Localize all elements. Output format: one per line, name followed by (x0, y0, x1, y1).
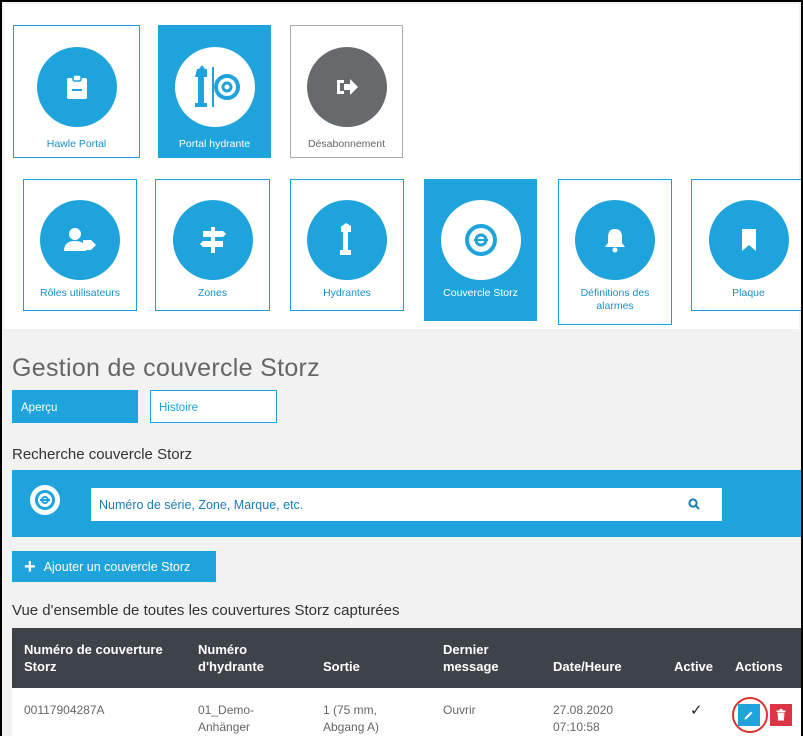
cell-hydrant-number: 01_Demo- Anhänger (198, 703, 255, 734)
col-last-message[interactable]: Dernier message (443, 641, 499, 675)
cell-datetime: 27.08.2020 07:10:58 (553, 703, 614, 734)
tile-label: Portal hydrante (178, 138, 251, 150)
app-launcher: Hawle Portal Portal hydrante Désabonneme… (4, 4, 799, 169)
checkmark-icon: ✓ (690, 702, 703, 719)
table-header: Numéro de couverture Storz Numéro d'hydr… (12, 628, 801, 688)
tile-plaque[interactable]: Plaque (691, 179, 801, 311)
plus-icon: + (24, 555, 36, 578)
tile-definitions-alarmes[interactable]: Définitions des alarmes (558, 179, 672, 325)
tile-roles-utilisateurs[interactable]: Rôles utilisateurs (23, 179, 137, 311)
tile-label: Désabonnement (307, 138, 386, 150)
tile-zones[interactable]: Zones (155, 179, 270, 311)
logout-icon (306, 47, 387, 127)
tile-desabonnement[interactable]: Désabonnement (290, 25, 403, 158)
search-input[interactable] (91, 488, 722, 521)
hydrant-storz-icon (174, 47, 255, 127)
table-row: 00117904287A 01_Demo- Anhänger 1 (75 mm,… (12, 688, 801, 736)
tile-couvercle-storz[interactable]: Couvercle Storz (424, 179, 537, 321)
clipboard-icon (36, 47, 117, 127)
page-title: Gestion de couvercle Storz (12, 354, 320, 382)
cell-cover-number: 00117904287A (24, 703, 105, 717)
user-tag-icon (40, 200, 120, 280)
tile-label: Plaque (732, 287, 765, 299)
search-icon[interactable] (688, 497, 700, 515)
storz-cover-table: Numéro de couverture Storz Numéro d'hydr… (12, 628, 801, 736)
tile-portal-hydrante[interactable]: Portal hydrante (158, 25, 271, 158)
search-bar (12, 470, 801, 537)
overview-section-title: Vue d'ensemble de toutes les couvertures… (12, 602, 400, 619)
add-storz-cover-button[interactable]: + Ajouter un couvercle Storz (12, 551, 216, 582)
add-button-label: Ajouter un couvercle Storz (43, 559, 191, 574)
bell-icon (575, 200, 655, 280)
hydrant-icon (307, 200, 387, 280)
bookmark-icon (708, 200, 789, 280)
edit-button[interactable] (738, 704, 760, 726)
tile-label: Hawle Portal (46, 138, 107, 150)
col-hydrant-number[interactable]: Numéro d'hydrante (198, 641, 264, 675)
tab-apercu[interactable]: Aperçu (12, 390, 138, 423)
tile-hawle-portal[interactable]: Hawle Portal (13, 25, 140, 158)
storz-icon (440, 200, 521, 280)
module-launcher: Rôles utilisateurs Zones Hydrantes Couve… (4, 169, 801, 329)
tile-label: Hydrantes (323, 287, 371, 299)
app-frame: Hawle Portal Portal hydrante Désabonneme… (0, 0, 803, 736)
tile-label: Définitions des alarmes (580, 287, 650, 312)
tile-label: Rôles utilisateurs (40, 287, 120, 299)
trash-icon (776, 709, 786, 721)
col-outlet[interactable]: Sortie (323, 658, 360, 675)
col-actions: Actions (735, 659, 783, 674)
search-section-title: Recherche couvercle Storz (12, 446, 193, 463)
pencil-icon (744, 711, 753, 720)
delete-button[interactable] (770, 704, 792, 726)
tab-histoire[interactable]: Histoire (150, 390, 277, 423)
cell-outlet: 1 (75 mm, Abgang A) (323, 703, 380, 734)
tile-label: Couvercle Storz (443, 287, 518, 299)
col-datetime[interactable]: Date/Heure (553, 658, 622, 675)
col-cover-number[interactable]: Numéro de couverture Storz (24, 641, 163, 675)
col-active[interactable]: Active (674, 658, 713, 675)
tile-hydrantes[interactable]: Hydrantes (290, 179, 404, 311)
tile-label: Zones (197, 287, 228, 299)
signpost-icon (172, 200, 253, 280)
cell-last-message: Ouvrir (443, 703, 476, 717)
storz-logo-icon (30, 485, 60, 515)
